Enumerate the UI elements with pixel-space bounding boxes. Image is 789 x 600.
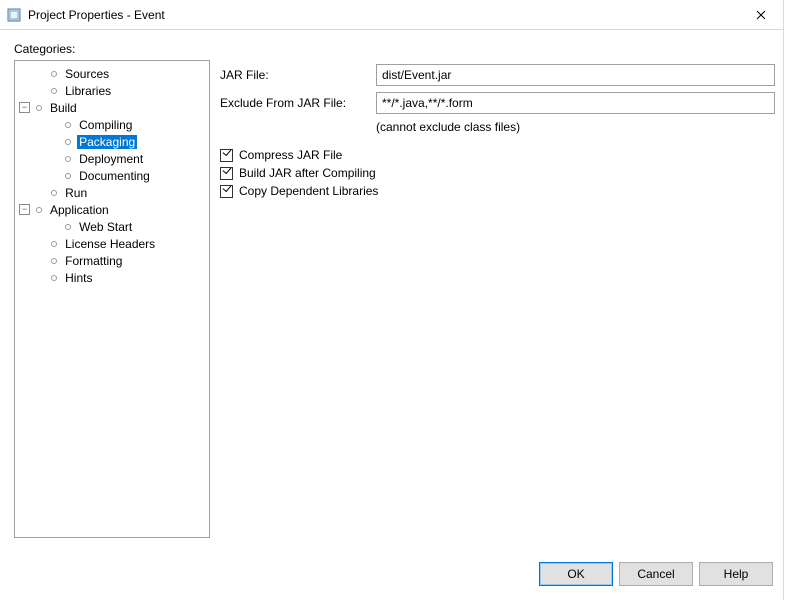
bullet-icon — [51, 241, 57, 247]
bullet-icon — [65, 224, 71, 230]
bullet-icon — [51, 71, 57, 77]
tree-node-formatting[interactable]: Formatting — [15, 252, 209, 269]
tree-node-packaging[interactable]: Packaging — [15, 133, 209, 150]
bullet-icon — [36, 105, 42, 111]
jar-file-label: JAR File: — [220, 68, 376, 82]
copy-libs-label: Copy Dependent Libraries — [239, 184, 378, 198]
help-button[interactable]: Help — [699, 562, 773, 586]
bullet-icon — [65, 139, 71, 145]
exclude-input[interactable] — [376, 92, 775, 114]
tree-node-sources[interactable]: Sources — [15, 65, 209, 82]
tree-node-deployment[interactable]: Deployment — [15, 150, 209, 167]
collapse-icon[interactable]: − — [19, 102, 30, 113]
tree-node-documenting[interactable]: Documenting — [15, 167, 209, 184]
build-after-label: Build JAR after Compiling — [239, 166, 376, 180]
form-panel: JAR File: Exclude From JAR File: (cannot… — [220, 60, 775, 538]
bullet-icon — [65, 122, 71, 128]
bullet-icon — [65, 156, 71, 162]
close-button[interactable] — [741, 1, 781, 29]
bullet-icon — [51, 88, 57, 94]
selected-node: Packaging — [77, 135, 137, 149]
jar-file-input[interactable] — [376, 64, 775, 86]
tree-node-application[interactable]: − Application — [15, 201, 209, 218]
titlebar: Project Properties - Event — [0, 0, 789, 30]
bullet-icon — [51, 258, 57, 264]
tree-node-compiling[interactable]: Compiling — [15, 116, 209, 133]
bullet-icon — [51, 275, 57, 281]
categories-label: Categories: — [14, 42, 775, 56]
tree-node-webstart[interactable]: Web Start — [15, 218, 209, 235]
app-icon — [6, 7, 22, 23]
bullet-icon — [65, 173, 71, 179]
window-title: Project Properties - Event — [28, 8, 741, 22]
tree-node-license-headers[interactable]: License Headers — [15, 235, 209, 252]
window-edge — [783, 0, 789, 600]
build-after-checkbox[interactable] — [220, 167, 233, 180]
tree-node-hints[interactable]: Hints — [15, 269, 209, 286]
tree-node-build[interactable]: − Build — [15, 99, 209, 116]
collapse-icon[interactable]: − — [19, 204, 30, 215]
bullet-icon — [36, 207, 42, 213]
categories-tree[interactable]: Sources Libraries − Build Compiling Pack… — [14, 60, 210, 538]
cancel-button[interactable]: Cancel — [619, 562, 693, 586]
exclude-hint: (cannot exclude class files) — [376, 120, 520, 134]
exclude-label: Exclude From JAR File: — [220, 96, 376, 110]
compress-jar-checkbox[interactable] — [220, 149, 233, 162]
tree-node-run[interactable]: Run — [15, 184, 209, 201]
tree-node-libraries[interactable]: Libraries — [15, 82, 209, 99]
copy-libs-checkbox[interactable] — [220, 185, 233, 198]
compress-jar-label: Compress JAR File — [239, 148, 342, 162]
ok-button[interactable]: OK — [539, 562, 613, 586]
bullet-icon — [51, 190, 57, 196]
button-bar: OK Cancel Help — [539, 562, 773, 586]
